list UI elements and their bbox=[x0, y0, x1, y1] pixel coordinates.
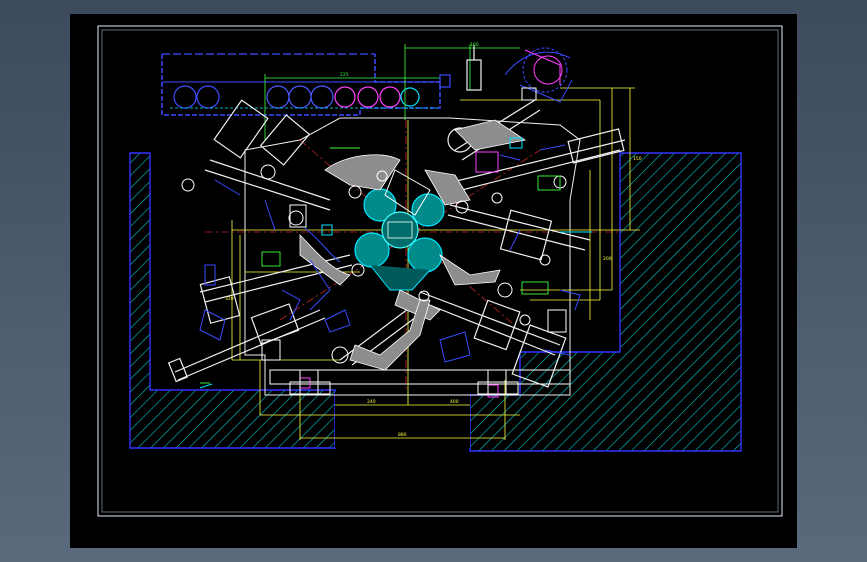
dim-label: 240 bbox=[367, 399, 376, 405]
dim-label: 160 bbox=[470, 42, 479, 48]
dim-label: 200 bbox=[603, 256, 612, 262]
cad-viewport[interactable]: 225 160 240 880 400 150 200 320 bbox=[0, 0, 867, 562]
dim-label: 320 bbox=[225, 296, 234, 302]
dim-label: 400 bbox=[450, 399, 459, 405]
dim-label: 150 bbox=[633, 156, 642, 162]
dim-label: 225 bbox=[340, 72, 349, 78]
dim-label: 880 bbox=[398, 432, 407, 438]
